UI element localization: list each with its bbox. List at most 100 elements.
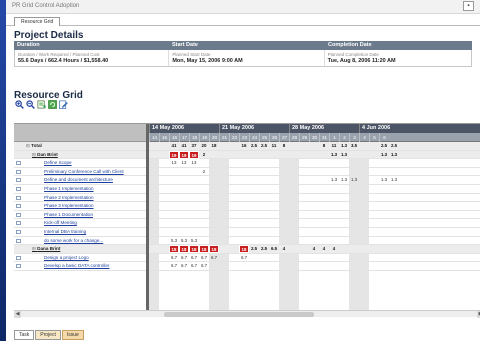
hours-cell[interactable]: 6.7	[169, 262, 179, 270]
hours-cell[interactable]: 4	[279, 245, 289, 253]
total-row[interactable]: ⊟ Total	[14, 142, 146, 151]
hours-cell[interactable]: 6.7	[179, 262, 189, 270]
hours-cell[interactable]: 2	[199, 168, 209, 176]
task-row[interactable]: Phase 2 Implementation	[14, 194, 146, 203]
edit-icon[interactable]	[59, 100, 68, 109]
task-row[interactable]: Kick-off Meeting	[14, 219, 146, 228]
hours-cell[interactable]: 6.5	[269, 245, 279, 253]
task-row[interactable]: Internal DBA training	[14, 228, 146, 237]
task-checkbox[interactable]	[16, 178, 21, 183]
overallocated-hours-cell[interactable]: 18	[239, 245, 249, 254]
task-link[interactable]: Kick-off Meeting	[44, 220, 77, 225]
hours-cell[interactable]: 11	[329, 142, 339, 150]
horizontal-scrollbar[interactable]: ◀ ▶	[14, 310, 480, 318]
hours-cell[interactable]: 1.3	[349, 176, 359, 184]
task-link[interactable]: Phase 1 Implementation	[44, 186, 94, 191]
task-link[interactable]: Develop a basic DATA controller	[44, 263, 109, 268]
hours-cell[interactable]: 2.5	[389, 142, 399, 150]
overallocated-hours-cell[interactable]: 18	[179, 245, 189, 254]
hours-cell[interactable]: 4	[329, 245, 339, 253]
hours-cell[interactable]: 2.5	[249, 245, 259, 253]
hours-cell[interactable]: 5.3	[189, 237, 199, 245]
hours-cell[interactable]: 1.3	[379, 176, 389, 184]
window-control-button[interactable]: ▪	[463, 1, 474, 11]
export-icon[interactable]	[37, 100, 46, 109]
task-row[interactable]: Phase 3 Implementation	[14, 202, 146, 211]
task-row[interactable]: Design a project Logo	[14, 254, 146, 263]
hours-cell[interactable]: 6.7	[199, 262, 209, 270]
overallocated-hours-cell[interactable]: 18	[209, 245, 219, 254]
hours-cell[interactable]: 20	[199, 142, 209, 150]
task-row[interactable]: Develop a basic DATA controller	[14, 262, 146, 271]
hours-cell[interactable]: 5.3	[169, 237, 179, 245]
hours-cell[interactable]: 6.7	[239, 254, 249, 262]
hours-cell[interactable]: 8	[279, 142, 289, 150]
task-link[interactable]: do some work for a change...	[44, 238, 103, 243]
tab-project[interactable]: Project	[35, 330, 61, 340]
hours-cell[interactable]: 2.5	[259, 142, 269, 150]
zoom-out-icon[interactable]	[26, 100, 35, 109]
hours-cell[interactable]: 4	[319, 245, 329, 253]
hours-cell[interactable]: 6.7	[189, 254, 199, 262]
task-checkbox[interactable]	[16, 229, 21, 234]
hours-cell[interactable]: 13	[189, 159, 199, 167]
task-row[interactable]: Phase 1 Documentation	[14, 211, 146, 220]
hours-cell[interactable]: 37	[189, 142, 199, 150]
task-checkbox[interactable]	[16, 221, 21, 226]
overallocated-hours-cell[interactable]: 18	[169, 245, 179, 254]
hours-cell[interactable]: 4	[309, 245, 319, 253]
hours-cell[interactable]: 1.3	[379, 151, 389, 159]
task-row[interactable]: Phase 1 Implementation	[14, 185, 146, 194]
hours-cell[interactable]: 18	[209, 142, 219, 150]
hours-cell[interactable]: 6.7	[209, 254, 219, 262]
task-checkbox[interactable]	[16, 186, 21, 191]
task-checkbox[interactable]	[16, 255, 21, 260]
hours-cell[interactable]: 1.3	[329, 151, 339, 159]
tab-resource-grid[interactable]: Resource Grid	[14, 17, 61, 26]
hours-cell[interactable]: 16	[239, 142, 249, 150]
task-link[interactable]: Design a project Logo	[44, 255, 89, 260]
scrollbar-thumb[interactable]	[164, 312, 314, 317]
tab-issue[interactable]: Issue	[61, 330, 84, 340]
hours-cell[interactable]: 2	[199, 151, 209, 159]
hours-cell[interactable]: 5.3	[179, 237, 189, 245]
hours-cell[interactable]: 1.3	[329, 176, 339, 184]
task-row[interactable]: Define and document architecture	[14, 176, 146, 185]
hours-cell[interactable]: 2.5	[379, 142, 389, 150]
task-link[interactable]: Phase 2 Implementation	[44, 195, 94, 200]
hours-cell[interactable]: 11	[269, 142, 279, 150]
hours-cell[interactable]: 8	[319, 142, 329, 150]
task-checkbox[interactable]	[16, 238, 21, 243]
task-link[interactable]: Preliminary Conference Call with Client	[44, 169, 124, 174]
task-link[interactable]: Internal DBA training	[44, 229, 86, 234]
task-link[interactable]: Define and document architecture	[44, 177, 113, 182]
hours-cell[interactable]: 41	[169, 142, 179, 150]
task-checkbox[interactable]	[16, 161, 21, 166]
hours-cell[interactable]: 6.7	[189, 262, 199, 270]
hours-cell[interactable]: 13	[179, 159, 189, 167]
hours-cell[interactable]: 41	[179, 142, 189, 150]
hours-cell[interactable]: 1.3	[339, 151, 349, 159]
scroll-left-icon[interactable]: ◀	[14, 311, 21, 318]
task-link[interactable]: Define Scope	[44, 160, 72, 165]
task-row[interactable]: do some work for a change...	[14, 237, 146, 246]
hours-cell[interactable]: 2.5	[249, 142, 259, 150]
overallocated-hours-cell[interactable]: 19	[189, 150, 199, 159]
tab-task[interactable]: Task	[14, 330, 35, 340]
task-row[interactable]: Define Scope	[14, 159, 146, 168]
hours-cell[interactable]: 1.3	[389, 176, 399, 184]
task-checkbox[interactable]	[16, 204, 21, 209]
hours-cell[interactable]: 1.3	[339, 176, 349, 184]
hours-cell[interactable]: 1.3	[339, 142, 349, 150]
overallocated-hours-cell[interactable]: 19	[179, 150, 189, 159]
hours-cell[interactable]: 6.7	[199, 254, 209, 262]
zoom-in-icon[interactable]	[15, 100, 24, 109]
task-checkbox[interactable]	[16, 195, 21, 200]
task-link[interactable]: Phase 3 Implementation	[44, 203, 94, 208]
task-checkbox[interactable]	[16, 212, 21, 217]
task-link[interactable]: Phase 1 Documentation	[44, 212, 93, 217]
task-checkbox[interactable]	[16, 169, 21, 174]
task-checkbox[interactable]	[16, 264, 21, 269]
task-row[interactable]: Preliminary Conference Call with Client	[14, 168, 146, 177]
hours-cell[interactable]: 13	[169, 159, 179, 167]
